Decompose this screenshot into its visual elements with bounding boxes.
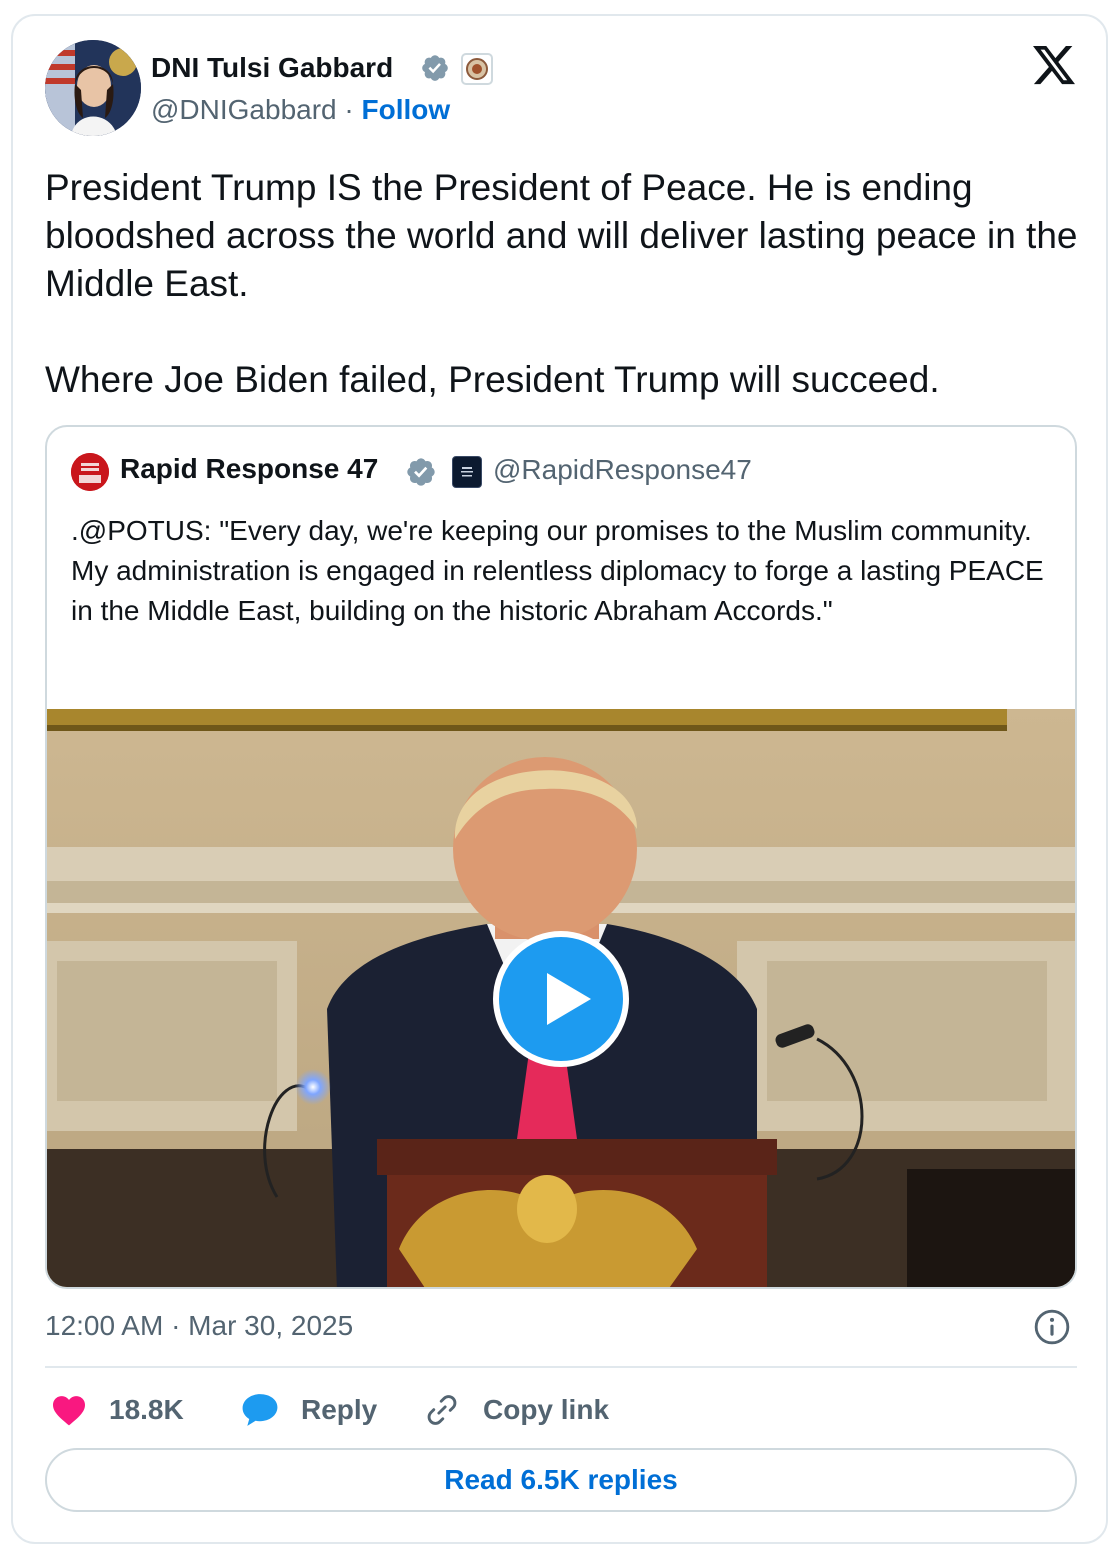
video-thumbnail[interactable] (47, 709, 1075, 1287)
author-avatar[interactable] (45, 40, 141, 136)
handle-separator: · (344, 94, 354, 125)
author-handle[interactable]: @DNIGabbard (151, 94, 337, 125)
heart-icon (53, 1396, 85, 1426)
quoted-text: .@POTUS: "Every day, we're keeping our p… (71, 515, 1044, 626)
quoted-avatar[interactable] (71, 453, 109, 491)
tweet-card: DNI Tulsi Gabbard @DNIGabbard · Follow P… (11, 14, 1108, 1544)
quoted-author-handle[interactable]: @RapidResponse47 (493, 454, 752, 486)
author-name[interactable]: DNI Tulsi Gabbard (151, 52, 393, 84)
divider (45, 1366, 1077, 1368)
quoted-tweet[interactable]: Rapid Response 47 @RapidResponse47 .@POT… (45, 425, 1077, 1289)
tweet-paragraph: Where Joe Biden failed, President Trump … (45, 359, 940, 400)
tweet-timestamp[interactable]: 12:00 AM · Mar 30, 2025 (45, 1310, 353, 1342)
verified-badge-icon (422, 55, 448, 81)
info-icon[interactable] (1033, 1308, 1071, 1346)
like-button[interactable]: 18.8K (51, 1390, 184, 1430)
link-icon (427, 1395, 457, 1425)
copy-link-button[interactable]: Copy link (423, 1390, 609, 1430)
reply-label: Reply (301, 1394, 378, 1425)
quoted-affiliation-badge-icon (452, 456, 482, 488)
x-logo-icon[interactable] (1031, 46, 1077, 88)
like-count: 18.8K (109, 1394, 184, 1425)
affiliation-badge-icon (461, 53, 493, 85)
quoted-author-name[interactable]: Rapid Response 47 (120, 453, 378, 485)
speech-bubble-icon (242, 1394, 278, 1426)
tweet-text: President Trump IS the President of Peac… (45, 164, 1085, 404)
read-replies-label: Read 6.5K replies (444, 1464, 678, 1495)
reply-button[interactable]: Reply (241, 1390, 377, 1430)
copy-link-label: Copy link (483, 1394, 610, 1425)
read-replies-button[interactable]: Read 6.5K replies (45, 1448, 1077, 1512)
author-handle-line: @DNIGabbard · Follow (151, 94, 450, 126)
play-icon (547, 973, 591, 1025)
play-button[interactable] (493, 931, 629, 1067)
tweet-paragraph: President Trump IS the President of Peac… (45, 167, 1078, 304)
quoted-verified-badge-icon (407, 458, 435, 486)
follow-button[interactable]: Follow (362, 94, 451, 125)
